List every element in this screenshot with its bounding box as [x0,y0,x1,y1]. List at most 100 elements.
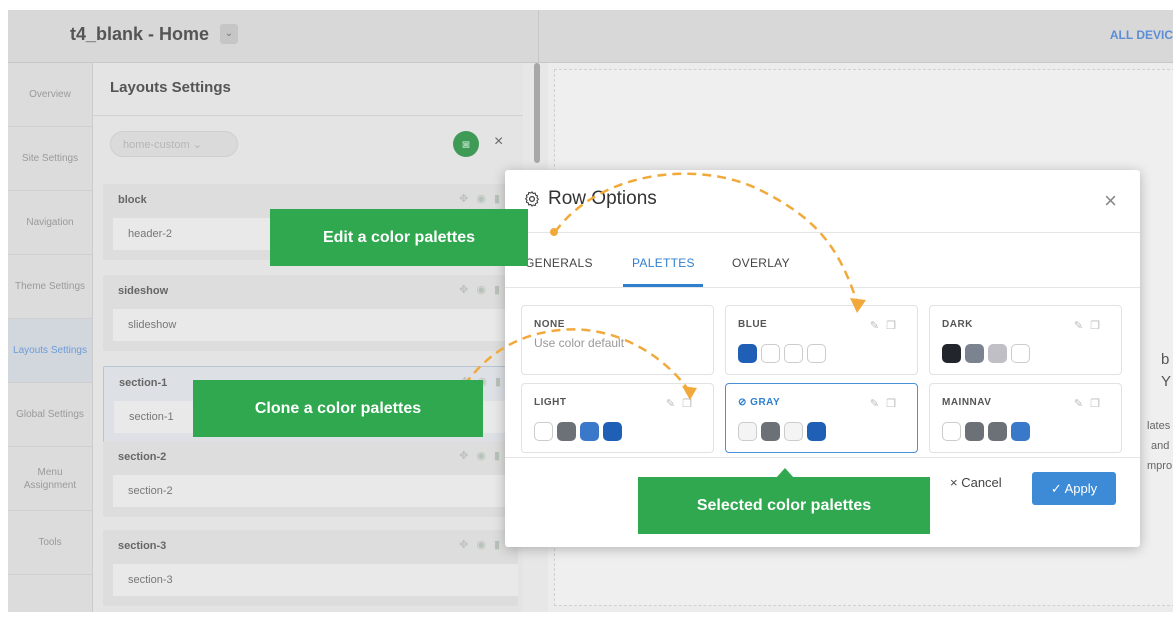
edit-icon[interactable]: ✎ [666,398,682,410]
clone-icon[interactable]: ❐ [1090,398,1107,410]
callout-clone: Clone a color palettes [193,380,483,437]
callout-text: Selected color palettes [696,496,872,514]
section-name: section-3 [118,540,167,552]
color-swatch [557,422,576,441]
palette-name: LIGHT [534,397,567,408]
color-swatch [580,422,599,441]
sidebar-item-label: Menu Assignment [23,466,77,491]
color-swatch [988,344,1007,363]
palette-name: GRAY [750,397,781,408]
divider [93,115,523,116]
check-circle-icon: ⊘ [738,397,747,408]
section-name: block [118,194,147,206]
top-divider [538,10,539,62]
sidebar-item-layouts-settings[interactable]: Layouts Settings [8,319,92,383]
preview-text: and [1151,440,1170,452]
close-icon[interactable]: × [1104,188,1117,214]
panel-scrollbar[interactable] [534,63,540,163]
page-title: t4_blank - Home [70,24,210,44]
sidebar-item-tools[interactable]: Tools [8,511,92,575]
section-tools-icons[interactable]: ✥◉▮ [459,192,508,205]
section-tools-icons[interactable]: ✥◉▮ [459,538,508,551]
section-tools-icons[interactable]: ✥◉▮ [459,449,508,462]
palette-name: DARK [942,319,973,330]
callout-edit: Edit a color palettes [270,209,528,266]
save-icon: ◙ [462,137,470,151]
devices-selector[interactable]: ALL DEVIC [1110,28,1173,42]
callout-text: Clone a color palettes [254,399,422,417]
section-name: section-2 [118,451,167,463]
clone-icon[interactable]: ❐ [682,398,699,410]
section-name: section-1 [119,377,168,389]
sidebar-item-global-settings[interactable]: Global Settings [8,383,92,447]
section-block: section-3 ✥◉▮ section-3 [103,530,518,606]
callout-selected: Selected color palettes [638,477,930,534]
sidebar-item-label: Navigation [26,217,74,228]
clone-icon[interactable]: ❐ [886,398,903,410]
clone-icon[interactable]: ❐ [1090,320,1107,332]
palette-card-none[interactable]: NONE Use color default [521,305,714,375]
palette-card-dark[interactable]: DARK ✎❐ [929,305,1122,375]
sidebar-item-navigation[interactable]: Navigation [8,191,92,255]
color-swatch [988,422,1007,441]
panel-title: Layouts Settings [110,79,231,96]
section-row[interactable]: slideshow [113,309,518,341]
edit-icon[interactable]: ✎ [1074,398,1090,410]
color-swatch [807,344,826,363]
sidebar-item-label: Layouts Settings [13,345,87,356]
tab-generals[interactable]: GENERALS [525,256,593,270]
color-swatch [738,422,757,441]
chevron-down-icon: ⌄ [192,139,202,151]
apply-button[interactable]: ✓ Apply [1032,472,1116,505]
palette-card-gray[interactable]: ⊘ GRAY ✎❐ [725,383,918,453]
palette-name: MAINNAV [942,397,992,408]
color-swatch [807,422,826,441]
edit-icon[interactable]: ✎ [870,398,886,410]
layouts-panel: Layouts Settings home-custom ⌄ ◙ × block… [93,63,523,612]
tab-overlay[interactable]: OVERLAY [732,256,790,270]
sidebar-item-menu-assignment[interactable]: Menu Assignment [8,447,92,511]
palette-name: BLUE [738,319,768,330]
preview-text: Y [1161,373,1172,390]
palette-swatches [738,344,826,363]
section-name: sideshow [118,285,169,297]
sidebar-item-label: Tools [38,537,62,548]
color-swatch [965,344,984,363]
color-swatch [534,422,553,441]
edit-icon[interactable]: ✎ [1074,320,1090,332]
palette-swatches [942,422,1030,441]
cancel-button[interactable]: × Cancel [950,475,1002,490]
color-swatch [761,422,780,441]
clone-icon[interactable]: ❐ [886,320,903,332]
preview-text: b [1161,351,1170,368]
active-tab-indicator [623,284,703,287]
sidebar-item-site-settings[interactable]: Site Settings [8,127,92,191]
palette-swatches [534,422,622,441]
color-swatch [784,422,803,441]
callout-text: Edit a color palettes [322,228,476,246]
palette-card-blue[interactable]: BLUE ✎❐ [725,305,918,375]
color-swatch [603,422,622,441]
divider [505,457,1140,458]
palette-description: Use color default [534,336,625,350]
palette-card-light[interactable]: LIGHT ✎❐ [521,383,714,453]
edit-icon[interactable]: ✎ [870,320,886,332]
close-icon[interactable]: × [494,133,503,151]
sidebar-item-overview[interactable]: Overview [8,63,92,127]
color-swatch [784,344,803,363]
save-layout-button[interactable]: ◙ [453,131,479,157]
section-row[interactable]: section-2 [113,475,518,507]
palette-name: NONE [534,319,565,330]
section-tools-icons[interactable]: ✥◉▮ [459,283,508,296]
section-row[interactable]: section-3 [113,564,518,596]
modal-header: Row Options × [505,170,1140,233]
section-block: section-2 ✥◉▮ section-2 [103,441,518,517]
sidebar-item-theme-settings[interactable]: Theme Settings [8,255,92,319]
title-dropdown-icon[interactable]: ⌄ [220,24,238,44]
color-swatch [761,344,780,363]
tab-palettes[interactable]: PALETTES [632,256,695,270]
preview-text: mpro [1147,460,1173,472]
palette-card-mainnav[interactable]: MAINNAV ✎❐ [929,383,1122,453]
color-swatch [965,422,984,441]
layout-select[interactable]: home-custom ⌄ [110,131,238,157]
